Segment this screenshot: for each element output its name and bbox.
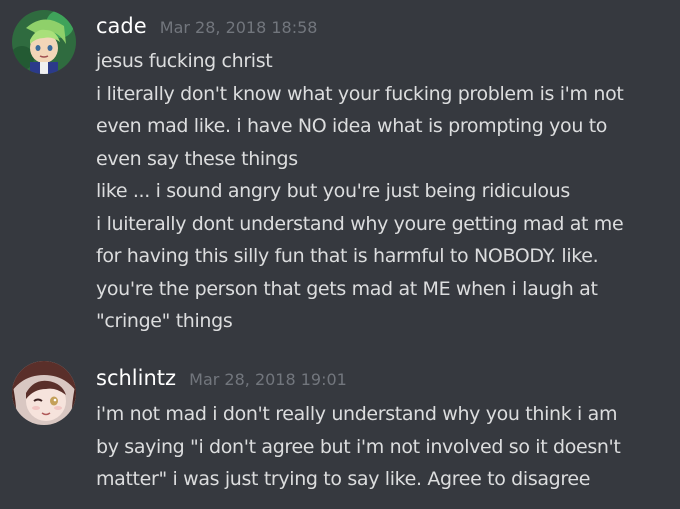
message-line: like ... i sound angry but you're just b… xyxy=(96,180,570,202)
message-header: cade Mar 28, 2018 18:58 xyxy=(96,14,317,38)
message-line: matter" i was just trying to say like. A… xyxy=(96,468,591,490)
message-group-schlintz: schlintz Mar 28, 2018 19:01 i'm not mad … xyxy=(0,350,680,509)
green-haired-character-avatar-icon xyxy=(12,10,76,74)
message-content: jesus fucking christ i literally don't k… xyxy=(96,45,676,338)
message-line: even say these things xyxy=(96,147,298,170)
message-line: "cringe" things xyxy=(96,310,233,332)
message-line: i luiterally dont understand why youre g… xyxy=(96,212,624,235)
message-line: i'm not mad i don't really understand wh… xyxy=(96,403,618,425)
winking-character-avatar-icon xyxy=(12,361,76,425)
message-content: i'm not mad i don't really understand wh… xyxy=(96,398,676,496)
username[interactable]: schlintz xyxy=(96,366,176,390)
message-line: jesus fucking christ xyxy=(96,50,273,72)
timestamp[interactable]: Mar 28, 2018 18:58 xyxy=(160,18,318,37)
message-line: for having this silly fun that is harmfu… xyxy=(96,245,599,267)
message-line: by saying "i don't agree but i'm not inv… xyxy=(96,435,621,458)
message-line: you're the person that gets mad at ME wh… xyxy=(96,277,598,300)
message-line: even mad like. i have NO idea what is pr… xyxy=(96,115,608,137)
username[interactable]: cade xyxy=(96,14,147,38)
message-header: schlintz Mar 28, 2018 19:01 xyxy=(96,366,347,390)
user-avatar[interactable] xyxy=(12,10,76,74)
message-group-cade: cade Mar 28, 2018 18:58 jesus fucking ch… xyxy=(0,0,680,350)
message-line: i literally don't know what your fucking… xyxy=(96,82,624,105)
timestamp[interactable]: Mar 28, 2018 19:01 xyxy=(189,370,347,389)
user-avatar[interactable] xyxy=(12,361,76,425)
